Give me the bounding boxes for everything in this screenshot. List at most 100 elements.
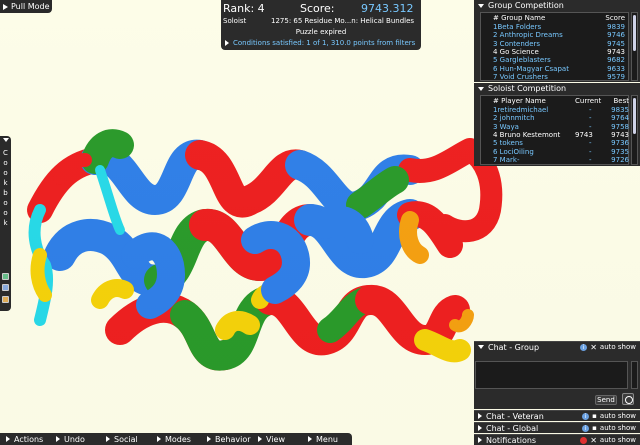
auto-show-toggle[interactable]: i ✕ auto show — [580, 343, 636, 352]
close-icon[interactable]: ✕ — [590, 343, 597, 352]
menu-modes[interactable]: Modes — [157, 433, 191, 445]
auto-show-label: auto show — [599, 436, 636, 444]
group-competition-header[interactable]: Group Competition — [474, 0, 640, 11]
list-item[interactable]: 7 Void Crushers 9579 — [481, 73, 627, 81]
arrow-right-icon — [308, 436, 312, 442]
notifications-header[interactable]: Notifications ✕ auto show — [474, 434, 640, 445]
row-score: 9758 — [611, 122, 629, 131]
row-name: 5 Gargleblasters — [493, 56, 551, 65]
list-item[interactable]: 3 Waya - 9758 — [481, 122, 629, 131]
arrow-right-icon — [207, 436, 211, 442]
row-name: 3 Waya — [493, 122, 519, 131]
auto-show-label: auto show — [599, 343, 636, 351]
score-value: 9743.312 — [361, 2, 414, 15]
folder-icon[interactable] — [2, 296, 9, 303]
score-label: Score: — [300, 2, 335, 15]
checkbox-icon[interactable]: ▪ — [592, 424, 597, 432]
list-item[interactable]: 4 Bruno Kestemont 9743 9743 — [481, 130, 629, 139]
chat-input[interactable] — [475, 361, 628, 389]
info-icon[interactable]: i — [582, 424, 590, 432]
menu-undo[interactable]: Undo — [56, 433, 85, 445]
list-item[interactable]: 5 Gargleblasters 9682 — [481, 56, 627, 64]
row-name: 6 LociOiling — [493, 147, 534, 156]
arrow-right-icon — [478, 413, 482, 419]
auto-show-label: auto show — [599, 424, 636, 432]
cookbook-tab[interactable]: C o o k b o o k — [0, 136, 11, 311]
scroll-thumb[interactable] — [633, 15, 636, 51]
auto-show-toggle[interactable]: i ▪ auto show — [582, 424, 636, 432]
list-item[interactable]: 6 Hun-Magyar Csapat 9633 — [481, 65, 627, 73]
chat-veteran-header[interactable]: Chat - Veteran i ▪ auto show — [474, 410, 640, 421]
checkbox-icon[interactable]: ▪ — [592, 412, 597, 420]
group-competition-title: Group Competition — [488, 1, 564, 10]
row-score: 9764 — [611, 114, 629, 123]
clock-icon[interactable] — [622, 393, 634, 405]
scroll-thumb[interactable] — [633, 98, 636, 134]
list-item[interactable]: 2 Anthropic Dreams 9746 — [481, 31, 627, 39]
chat-scrollbar[interactable] — [631, 361, 638, 389]
menu-behavior[interactable]: Behavior — [207, 433, 251, 445]
menu-view[interactable]: View — [258, 433, 285, 445]
menu-social[interactable]: Social — [106, 433, 138, 445]
list-item[interactable]: 2 johnmitch - 9764 — [481, 114, 629, 123]
alert-icon[interactable] — [580, 436, 588, 444]
bottom-menu-bar: Actions Undo Social Modes Behavior View … — [0, 433, 352, 445]
group-list[interactable]: # Group Name Score 1Beta Folders 9839 2 An… — [480, 12, 629, 81]
info-icon[interactable]: i — [580, 343, 588, 351]
row-name: 4 Bruno Kestemont — [493, 130, 561, 139]
arrow-right-icon — [225, 40, 229, 46]
soloist-competition-header[interactable]: Soloist Competition — [474, 83, 640, 94]
row-score: 9579 — [607, 72, 625, 81]
info-icon[interactable]: i — [582, 412, 590, 420]
soloist-list[interactable]: # Player Name Current Best 1retiredmicha… — [480, 95, 629, 165]
chat-veteran-title: Chat - Veteran — [486, 411, 544, 421]
auto-show-toggle[interactable]: i ▪ auto show — [582, 412, 636, 420]
chat-group-title: Chat - Group — [488, 342, 540, 352]
row-current: - — [589, 147, 592, 156]
recipe-icon[interactable] — [2, 273, 9, 280]
row-score: 9839 — [607, 23, 625, 31]
row-name: 3 Contenders — [493, 39, 541, 48]
chat-group-header[interactable]: Chat - Group i ✕ auto show — [474, 341, 640, 352]
list-item[interactable]: 6 LociOiling - 9735 — [481, 147, 629, 156]
pull-mode-label: Pull Mode — [11, 2, 50, 11]
soloist-scrollbar[interactable] — [631, 95, 638, 165]
row-score: 9682 — [607, 56, 625, 65]
arrow-right-icon — [6, 436, 10, 442]
menu-actions[interactable]: Actions — [6, 433, 43, 445]
arrow-right-icon — [56, 436, 60, 442]
conditions-toggle[interactable]: Conditions satisfied: 1 of 1, 310.0 poin… — [225, 39, 415, 47]
list-item[interactable]: 5 tokens - 9736 — [481, 139, 629, 147]
row-current: - — [589, 122, 592, 131]
mode-label: Soloist — [223, 17, 247, 25]
row-current: 9743 — [575, 130, 593, 139]
row-score: 9746 — [607, 31, 625, 40]
group-scrollbar[interactable] — [631, 12, 638, 81]
list-item[interactable]: 1Beta Folders 9839 — [481, 23, 627, 31]
arrow-right-icon — [106, 436, 110, 442]
soloist-competition-title: Soloist Competition — [488, 84, 567, 93]
list-item[interactable]: 7 Mark- - 9726 — [481, 156, 629, 164]
list-item[interactable]: 4 Go Science 9743 — [481, 48, 627, 56]
list-header: # Player Name Current Best — [493, 97, 629, 105]
pull-mode-button[interactable]: Pull Mode — [0, 0, 52, 13]
list-item[interactable]: 3 Contenders 9745 — [481, 40, 627, 48]
menu-menu[interactable]: Menu — [308, 433, 338, 445]
chevron-down-icon — [478, 86, 484, 91]
auto-show-toggle[interactable]: ✕ auto show — [580, 436, 636, 445]
chevron-down-icon — [478, 3, 484, 8]
script-icon[interactable] — [2, 284, 9, 291]
close-icon[interactable]: ✕ — [590, 436, 597, 445]
puzzle-title: 1275: 65 Residue Mo...n: Helical Bundles — [271, 17, 415, 25]
send-button[interactable]: Send — [595, 395, 617, 405]
row-name: 1Beta Folders — [493, 23, 542, 31]
row-name: 4 Go Science — [493, 47, 539, 56]
row-name: 7 Void Crushers — [493, 72, 548, 81]
row-score: 9743 — [611, 130, 629, 139]
row-name: 6 Hun-Magyar Csapat — [493, 64, 569, 73]
group-competition-panel: Group Competition # Group Name Score 1Be… — [474, 0, 640, 82]
list-item[interactable]: 1retiredmichael - 9835 — [481, 106, 629, 114]
row-score: 9743 — [607, 47, 625, 56]
chat-global-header[interactable]: Chat - Global i ▪ auto show — [474, 422, 640, 433]
soloist-competition-panel: Soloist Competition # Player Name Curren… — [474, 83, 640, 166]
